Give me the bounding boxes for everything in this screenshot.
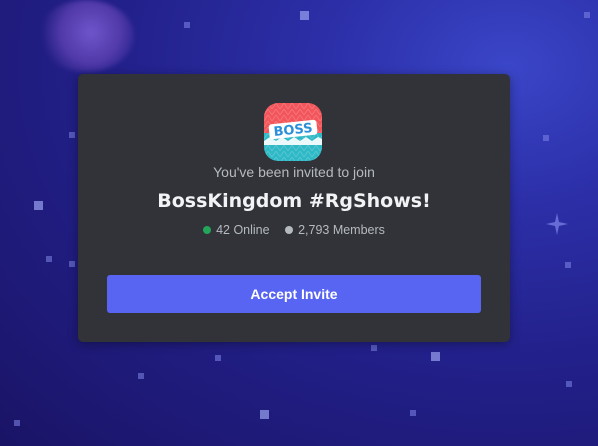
server-logo-icon: BOSS [264,103,322,161]
sparkle-icon [546,213,568,235]
members-stat: 2,793 Members [285,223,385,237]
background-star [431,352,440,361]
background-star [410,410,416,416]
members-dot-icon [285,226,294,234]
server-stats: 42 Online 2,793 Members [78,223,510,237]
background-planet [38,0,134,72]
invite-modal: BOSS You've been invited to join BossKin… [78,74,510,342]
background-star [46,256,52,262]
background-star [260,410,269,419]
invite-subtitle: You've been invited to join [213,164,375,180]
member-count: 2,793 Members [298,223,385,237]
background-star [184,22,190,28]
online-count: 42 Online [216,223,270,237]
accept-invite-button[interactable]: Accept Invite [107,275,481,313]
background-star [215,355,221,361]
online-dot-icon [203,226,212,234]
server-name: BossKingdom #RgShows! [157,190,431,212]
online-stat: 42 Online [203,223,270,237]
background-star [566,381,572,387]
background-star [69,261,75,267]
background-star [300,11,309,20]
background-star [543,135,549,141]
background-star [584,12,590,18]
background-star [138,373,144,379]
background-star [69,132,75,138]
background-star [14,420,20,426]
background-star [371,345,377,351]
background-star [34,201,43,210]
background-star [565,262,571,268]
